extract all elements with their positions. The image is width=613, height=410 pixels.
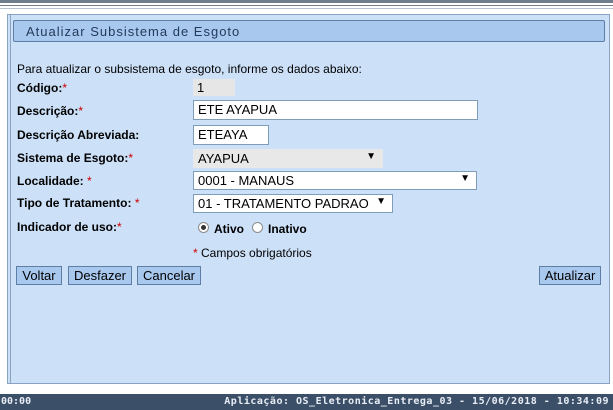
voltar-button[interactable]: Voltar xyxy=(16,266,62,285)
radio-inativo[interactable] xyxy=(252,222,263,233)
panel-left-rule xyxy=(10,14,11,384)
descricao-label: Descrição:* xyxy=(17,104,83,118)
tipo-tratamento-value: 01 - TRATAMENTO PADRAO xyxy=(198,196,369,211)
sistema-esgoto-value: AYAPUA xyxy=(198,151,249,166)
atualizar-button[interactable]: Atualizar xyxy=(539,266,601,285)
descricao-abreviada-label: Descrição Abreviada: xyxy=(17,128,140,142)
localidade-select[interactable]: 0001 - MANAUS ▼ xyxy=(193,171,477,190)
indicador-uso-label: Indicador de uso:* xyxy=(17,220,122,234)
required-mark: * xyxy=(78,104,84,118)
required-mark: * xyxy=(128,151,134,165)
codigo-label-text: Código: xyxy=(17,81,63,95)
page-title: Atualizar Subsistema de Esgoto xyxy=(26,24,241,39)
sistema-esgoto-label-text: Sistema de Esgoto: xyxy=(17,151,129,165)
required-mark: * xyxy=(62,81,67,95)
required-note-text: Campos obrigatórios xyxy=(201,246,312,260)
chevron-down-icon: ▼ xyxy=(460,173,470,184)
localidade-value: 0001 - MANAUS xyxy=(198,173,295,188)
sistema-esgoto-select: AYAPUA ▼ xyxy=(193,149,383,168)
tipo-tratamento-select[interactable]: 01 - TRATAMENTO PADRAO ▼ xyxy=(193,194,393,213)
required-fields-note: * Campos obrigatórios xyxy=(193,246,312,260)
required-mark: * xyxy=(117,220,122,234)
page-title-bar: Atualizar Subsistema de Esgoto xyxy=(13,20,605,42)
top-border xyxy=(0,0,613,3)
status-bar: 00:00 Aplicação: OS_Eletronica_Entrega_0… xyxy=(0,394,613,410)
intro-text: Para atualizar o subsistema de esgoto, i… xyxy=(17,62,362,76)
radio-inativo-label[interactable]: Inativo xyxy=(268,222,307,236)
chevron-down-icon: ▼ xyxy=(376,196,386,207)
required-mark: * xyxy=(87,174,92,188)
top-border-line-light xyxy=(0,8,613,9)
cancelar-button[interactable]: Cancelar xyxy=(137,266,201,285)
required-mark: * xyxy=(193,246,198,260)
radio-ativo[interactable] xyxy=(198,222,209,233)
chevron-down-icon: ▼ xyxy=(366,151,376,162)
desfazer-button[interactable]: Desfazer xyxy=(68,266,132,285)
codigo-field: 1 xyxy=(193,79,235,96)
codigo-label: Código:* xyxy=(17,81,67,95)
localidade-label: Localidade: * xyxy=(17,174,92,188)
descricao-label-text: Descrição: xyxy=(17,104,79,118)
localidade-label-text: Localidade: xyxy=(17,174,84,188)
tipo-tratamento-label-text: Tipo de Tratamento: xyxy=(17,196,132,210)
status-left: 00:00 xyxy=(1,396,32,407)
top-border-line xyxy=(0,5,613,6)
descricao-abreviada-input[interactable]: ETEAYA xyxy=(193,125,269,145)
descricao-input[interactable]: ETE AYAPUA xyxy=(193,100,478,120)
sistema-esgoto-label: Sistema de Esgoto:* xyxy=(17,151,133,165)
status-application: Aplicação: OS_Eletronica_Entrega_03 - 15… xyxy=(224,396,609,407)
radio-selected-dot xyxy=(201,225,206,230)
indicador-uso-label-text: Indicador de uso: xyxy=(17,220,118,234)
tipo-tratamento-label: Tipo de Tratamento: * xyxy=(17,196,139,210)
required-mark: * xyxy=(134,196,140,210)
radio-ativo-label[interactable]: Ativo xyxy=(214,222,244,236)
